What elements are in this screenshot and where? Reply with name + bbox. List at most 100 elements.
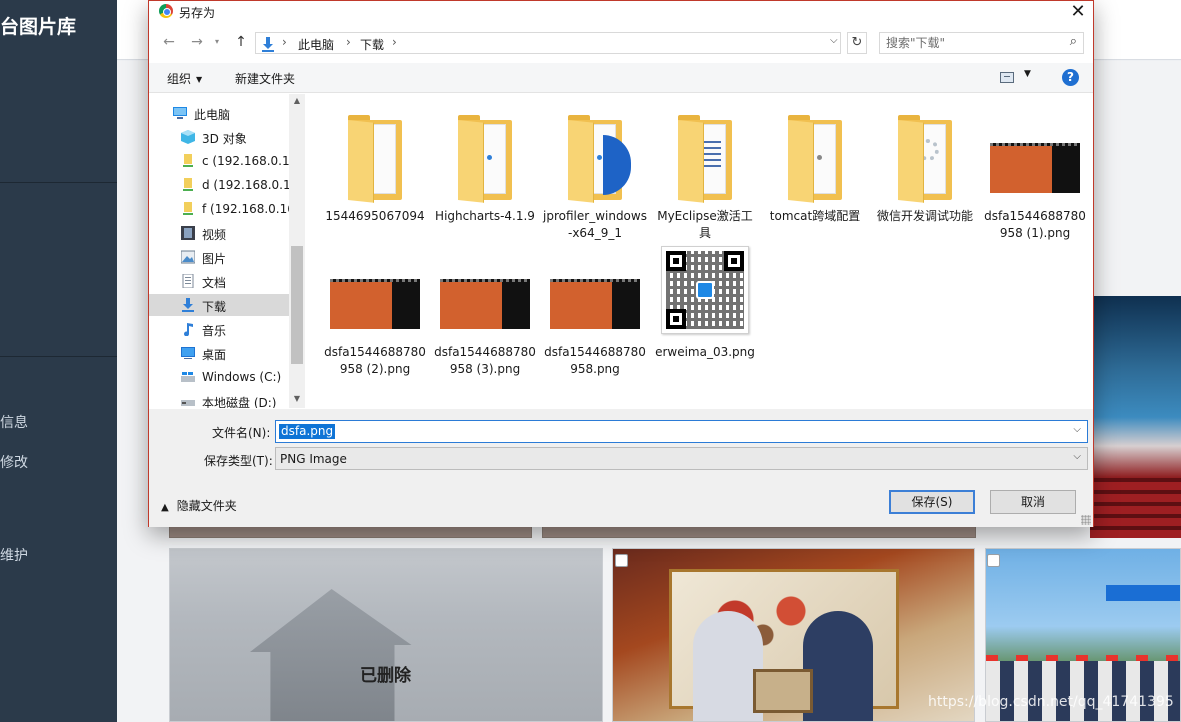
tree-item-music[interactable]: 音乐 <box>149 318 305 340</box>
organize-menu[interactable]: 组织 ▼ <box>167 70 202 87</box>
tree-item-3d-objects[interactable]: 3D 对象 <box>149 126 305 148</box>
gallery-photo-conference[interactable] <box>1090 296 1181 538</box>
file-item[interactable]: dsfa1544688780958.png <box>542 240 648 376</box>
tree-item-network-f[interactable]: f (192.168.0.16) <box>149 198 305 220</box>
gallery-card-deleted[interactable]: 已删除 <box>169 548 603 722</box>
filetype-value: PNG Image <box>280 452 347 466</box>
dialog-titlebar[interactable]: 另存为 ✕ <box>149 1 1093 23</box>
navigation-tree: 此电脑 3D 对象 c (192.168.0.16 d (192.168.0.1… <box>149 94 305 408</box>
filename-label: 文件名(N): <box>212 426 271 440</box>
tree-item-windows-c[interactable]: Windows (C:) <box>149 366 305 388</box>
tree-item-documents[interactable]: 文档 <box>149 270 305 292</box>
image-thumbnail <box>542 246 648 342</box>
tree-item-label: 此电脑 <box>194 108 231 122</box>
file-item[interactable]: dsfa1544688780958 (2).png <box>322 240 428 376</box>
windows-drive-icon <box>181 372 195 382</box>
sidebar-divider <box>0 356 117 357</box>
file-name: dsfa1544688780958 (1).png <box>984 209 1086 240</box>
tree-item-videos[interactable]: 视频 <box>149 222 305 244</box>
file-item[interactable]: 微信开发调试功能 <box>872 104 978 234</box>
file-item[interactable]: MyEclipse激活工具 <box>652 104 758 240</box>
resize-grip-icon[interactable] <box>1081 515 1091 525</box>
tree-item-label: 视频 <box>202 228 227 242</box>
cancel-button[interactable]: 取消 <box>990 490 1076 514</box>
folder-icon <box>762 110 868 206</box>
filename-dropdown-icon[interactable]: ⌵ <box>1073 424 1081 435</box>
scrollbar-thumb[interactable] <box>291 246 303 364</box>
recent-locations-chevron-icon[interactable]: ▾ <box>211 32 223 52</box>
photo-detail <box>1106 585 1180 601</box>
file-item[interactable]: Highcharts-4.1.9 <box>432 104 538 234</box>
nav-item-maintain[interactable]: 维护 <box>0 545 28 565</box>
scroll-down-icon[interactable]: ▼ <box>289 394 305 403</box>
background-sidebar: 台图片库 信息 修改 维护 <box>0 0 117 722</box>
qr-logo <box>696 281 714 299</box>
deleted-label: 已删除 <box>360 666 411 686</box>
file-item[interactable]: erweima_03.png <box>652 240 758 370</box>
photo-detail <box>803 611 873 721</box>
folder-part <box>788 120 814 203</box>
scroll-up-icon[interactable]: ▲ <box>289 96 305 105</box>
save-button[interactable]: 保存(S) <box>889 490 975 514</box>
tree-item-network-d[interactable]: d (192.168.0.16 <box>149 174 305 196</box>
breadcrumb-chevron-icon[interactable]: › <box>346 35 351 49</box>
file-name: dsfa1544688780958 (2).png <box>324 345 426 376</box>
nav-item-edit[interactable]: 修改 <box>0 452 28 472</box>
tree-item-network-c[interactable]: c (192.168.0.16 <box>149 150 305 172</box>
tree-item-label: 图片 <box>202 252 227 266</box>
breadcrumb-this-pc[interactable]: 此电脑 <box>298 36 334 53</box>
tree-item-label: 3D 对象 <box>202 132 247 146</box>
search-input[interactable] <box>886 35 1056 51</box>
png-preview-detail <box>990 143 1080 146</box>
refresh-icon[interactable]: ↻ <box>847 32 867 54</box>
filename-field[interactable]: dsfa.png ⌵ <box>275 420 1088 443</box>
filename-input[interactable]: dsfa.png <box>279 424 336 439</box>
organize-label: 组织 <box>167 72 192 86</box>
gallery-select-checkbox[interactable] <box>615 554 628 567</box>
close-icon[interactable]: ✕ <box>1067 1 1089 23</box>
folder-icon <box>322 110 428 206</box>
help-icon[interactable]: ? <box>1062 69 1079 86</box>
caret-down-icon: ▼ <box>1024 69 1031 79</box>
photo-detail <box>753 669 813 713</box>
breadcrumb-downloads[interactable]: 下载 <box>360 36 384 53</box>
cube-icon <box>181 130 195 144</box>
watermark: https://blog.csdn.net/qq_41741395 <box>928 694 1174 710</box>
back-arrow-icon[interactable]: ← <box>159 32 179 52</box>
file-item[interactable]: 1544695067094 <box>322 104 428 234</box>
nav-item-info[interactable]: 信息 <box>0 412 28 432</box>
download-folder-icon <box>262 37 274 52</box>
breadcrumb-chevron-icon[interactable]: › <box>392 35 397 49</box>
image-thumbnail <box>322 246 428 342</box>
folder-part <box>678 120 704 203</box>
network-drive-icon <box>183 178 193 191</box>
tree-item-desktop[interactable]: 桌面 <box>149 342 305 364</box>
gallery-photo-meeting[interactable] <box>612 548 975 722</box>
tree-item-local-d[interactable]: 本地磁盘 (D:) <box>149 390 305 408</box>
address-bar[interactable]: › 此电脑 › 下载 › ⌵ <box>255 32 841 54</box>
video-icon <box>181 226 195 240</box>
network-drive-icon <box>183 202 193 215</box>
filetype-select[interactable]: PNG Image ⌵ <box>275 447 1088 470</box>
address-dropdown-icon[interactable]: ⌵ <box>830 35 838 46</box>
breadcrumb-chevron-icon[interactable]: › <box>282 35 287 49</box>
new-folder-button[interactable]: 新建文件夹 <box>235 70 295 87</box>
file-item[interactable]: dsfa1544688780958 (1).png <box>982 104 1088 240</box>
tree-item-pictures[interactable]: 图片 <box>149 246 305 268</box>
tree-item-downloads[interactable]: 下载 <box>149 294 289 316</box>
tree-item-this-pc[interactable]: 此电脑 <box>149 102 305 124</box>
qr-finder <box>724 251 744 271</box>
up-arrow-icon[interactable]: ↑ <box>231 32 251 52</box>
hide-folders-toggle[interactable]: ▼ 隐藏文件夹 <box>161 497 237 514</box>
file-item[interactable]: jprofiler_windows-x64_9_1 <box>542 104 648 240</box>
tree-item-label: 下载 <box>202 300 227 314</box>
folder-part <box>597 155 602 160</box>
gallery-select-checkbox[interactable] <box>987 554 1000 567</box>
search-box[interactable]: ⌕ <box>879 32 1084 54</box>
file-item[interactable]: tomcat跨域配置 <box>762 104 868 234</box>
tree-scrollbar[interactable]: ▲ ▼ <box>289 94 305 408</box>
qr-code <box>661 246 749 334</box>
forward-arrow-icon[interactable]: → <box>187 32 207 52</box>
change-view-button[interactable]: ▼ <box>1000 69 1036 86</box>
file-item[interactable]: dsfa1544688780958 (3).png <box>432 240 538 376</box>
